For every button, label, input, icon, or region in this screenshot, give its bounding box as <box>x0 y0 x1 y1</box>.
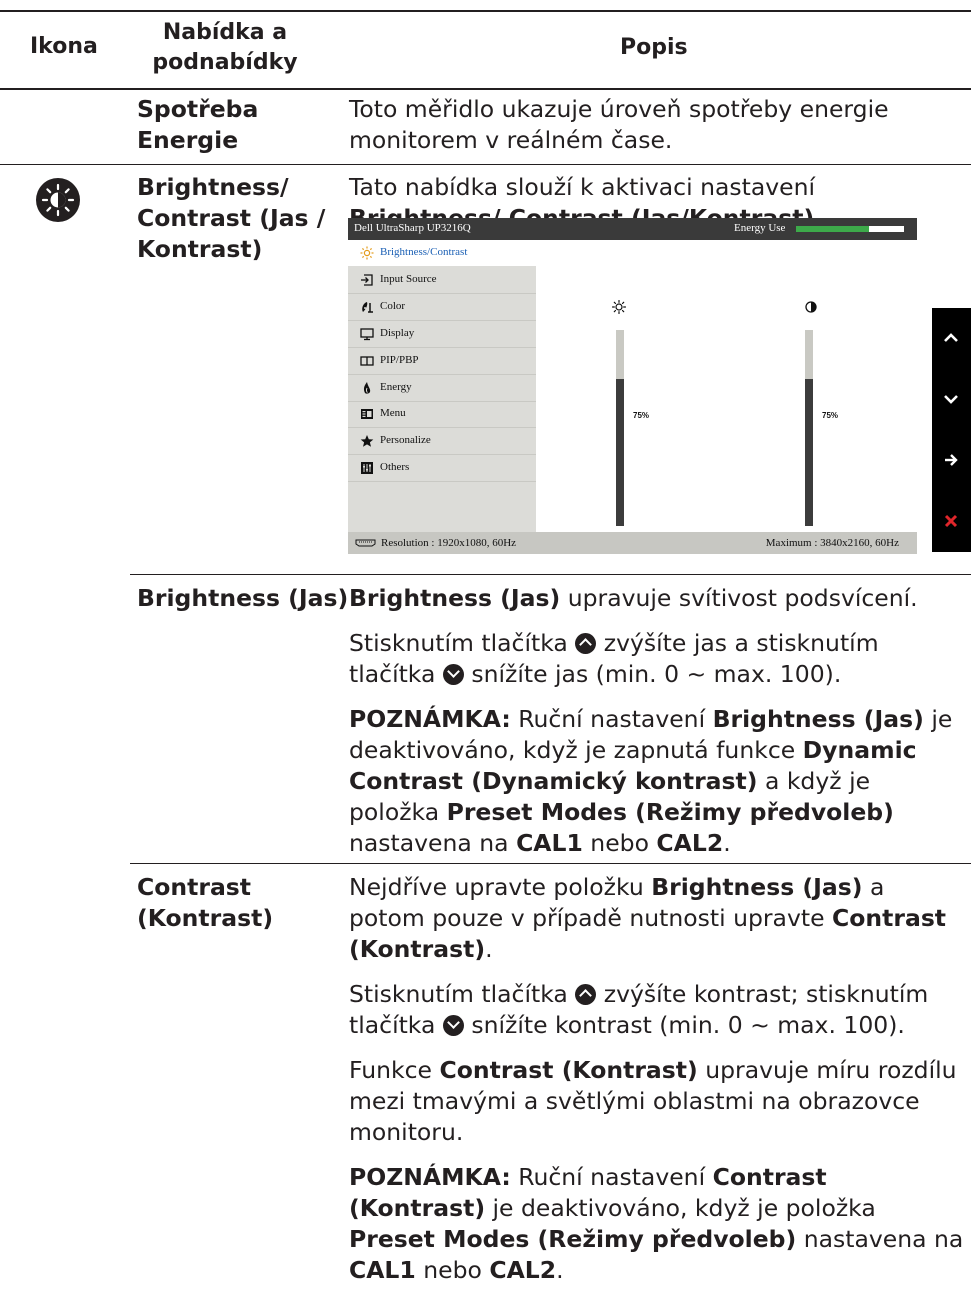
up-button-icon <box>575 633 597 654</box>
desc-text: Tato nabídka slouží k aktivaci nastavení <box>349 173 816 201</box>
osd-menu-label: Personalize <box>380 434 431 447</box>
osd-menu-list: Brightness/Contrast Input Source Color Disp… <box>348 240 536 532</box>
down-button[interactable] <box>932 369 971 430</box>
others-icon <box>360 461 374 475</box>
energy-menu-label: Spotřeba Energie <box>137 95 259 154</box>
color-icon <box>360 300 374 314</box>
row-rule-2 <box>130 574 971 575</box>
next-button[interactable] <box>932 430 971 491</box>
input-icon <box>360 273 374 287</box>
down-button-icon <box>442 664 464 685</box>
exit-button[interactable] <box>932 491 971 552</box>
osd-menu-label: Others <box>380 461 410 474</box>
up-button-icon <box>575 984 597 1005</box>
osd-menu-item-input-source[interactable]: Input Source <box>348 267 536 294</box>
brightness-slider-fill <box>616 379 624 526</box>
osd-model-name: Dell UltraSharp UP3216Q <box>354 222 471 234</box>
osd-maximum: Maximum : 3840x2160, 60Hz <box>765 537 899 549</box>
brightness-icon <box>36 178 80 222</box>
brightness-p1: Brightness (Jas) upravuje svítivost pods… <box>349 584 918 612</box>
osd-menu-label: Brightness/Contrast <box>380 246 468 258</box>
osd-menu-label: Color <box>380 299 406 312</box>
contrast-menu-label: Contrast (Kontrast) <box>137 873 274 932</box>
menu-icon <box>360 407 374 421</box>
osd-energy-fill <box>796 226 870 232</box>
up-button[interactable] <box>932 308 971 369</box>
osd-menu-item-color[interactable]: Color <box>348 294 536 321</box>
row-rule-1 <box>0 164 971 165</box>
up-arrow-icon <box>944 333 958 342</box>
contrast-icon <box>805 301 817 313</box>
energy-desc: Toto měřidlo ukazuje úroveň spotřeby ene… <box>349 95 889 154</box>
down-button-icon <box>442 1015 464 1036</box>
header-menu: Nabídka a podnabídky <box>152 20 298 75</box>
right-arrow-icon <box>945 454 958 466</box>
down-arrow-icon <box>944 395 958 404</box>
osd-menu-label: Input Source <box>380 272 437 285</box>
osd-menu-item-personalize[interactable]: Personalize <box>348 428 536 456</box>
osd-menu-item-energy[interactable]: Energy <box>348 375 536 402</box>
brightness-p2: Stisknutím tlačítka zvýšíte jas a stiskn… <box>349 629 879 688</box>
star-icon <box>360 434 374 448</box>
osd-side-buttons <box>932 308 971 552</box>
top-rule <box>0 10 971 12</box>
contrast-slider-fill <box>805 379 813 526</box>
osd-body: Brightness/Contrast Input Source Color Disp… <box>348 240 917 532</box>
display-icon <box>360 327 374 341</box>
brightness-contrast-menu-label: Brightness/ Contrast (Jas / Kontrast) <box>137 173 326 263</box>
contrast-p2: Stisknutím tlačítka zvýšíte kontrast; st… <box>349 980 929 1039</box>
brightness-note: POZNÁMKA: Ruční nastavení Brightness (Ja… <box>349 705 953 857</box>
osd-energy-label: Energy Use <box>734 222 786 234</box>
hdmi-icon <box>355 539 376 547</box>
contrast-p3: Funkce Contrast (Kontrast) upravuje míru… <box>349 1056 957 1146</box>
close-icon <box>944 514 958 528</box>
osd-menu-label: PIP/PBP <box>380 353 419 366</box>
osd-menu-label: Menu <box>380 407 406 420</box>
osd-menu-item-brightness-contrast[interactable]: Brightness/Contrast <box>348 240 536 266</box>
contrast-value: 75% <box>822 411 839 420</box>
osd-energy-meter <box>796 226 904 232</box>
header-icon: Ikona <box>30 34 98 59</box>
osd-resolution: Resolution : 1920x1080, 60Hz <box>381 537 517 549</box>
contrast-slider[interactable] <box>805 330 813 526</box>
osd-title-bar: Dell UltraSharp UP3216Q Energy Use <box>348 218 917 240</box>
osd-menu-item-display[interactable]: Display <box>348 321 536 348</box>
osd-menu-item-others[interactable]: Others <box>348 455 536 483</box>
brightness-sun-icon <box>612 300 626 314</box>
osd-menu-label: Display <box>380 326 415 339</box>
brightness-desc: Brightness (Jas) upravuje svítivost pods… <box>349 583 964 859</box>
brightness-slider[interactable] <box>616 330 624 526</box>
brightness-value: 75% <box>633 411 650 420</box>
contrast-p1: Nejdříve upravte položku Brightness (Jas… <box>349 873 947 963</box>
osd-footer: Resolution : 1920x1080, 60Hz Maximum : 3… <box>348 532 917 554</box>
header-desc: Popis <box>620 35 688 60</box>
contrast-note: POZNÁMKA: Ruční nastavení Contrast (Kont… <box>349 1163 964 1284</box>
osd-menu-screenshot: Dell UltraSharp UP3216Q Energy Use Brigh… <box>348 218 917 554</box>
contrast-desc: Nejdříve upravte položku Brightness (Jas… <box>349 872 964 1286</box>
brightness-menu-label: Brightness (Jas) <box>137 584 349 612</box>
sun-icon <box>360 246 374 260</box>
osd-menu-item-menu[interactable]: Menu <box>348 401 536 429</box>
energy-icon <box>360 381 374 395</box>
row-rule-3 <box>130 863 971 864</box>
osd-menu-item-pip-pbp[interactable]: PIP/PBP <box>348 348 536 375</box>
pip-icon <box>360 354 374 368</box>
header-rule <box>0 88 971 90</box>
osd-menu-label: Energy <box>380 380 412 393</box>
